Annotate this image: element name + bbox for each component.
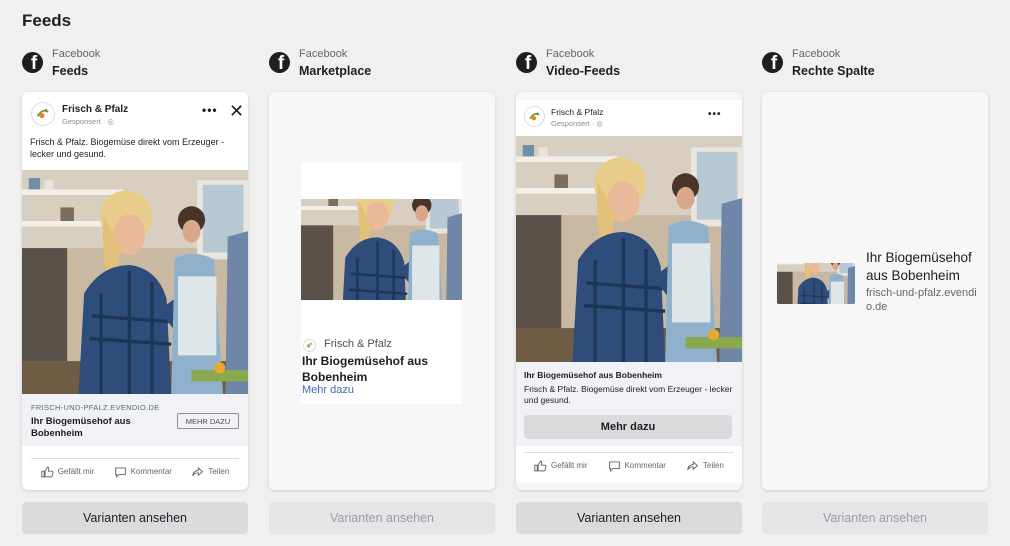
platform-label: Facebook xyxy=(546,48,595,60)
platform-label: Facebook xyxy=(299,48,348,60)
page-avatar xyxy=(31,102,55,126)
placement-label: Marketplace xyxy=(299,64,372,78)
globe-icon: ◎ xyxy=(107,117,114,126)
like-button[interactable]: Gefällt mir xyxy=(534,460,588,472)
page-name: Frisch & Pfalz xyxy=(62,104,129,115)
comment-icon xyxy=(114,466,127,478)
sponsored-label: Gesponsert · ◎ xyxy=(551,119,603,128)
comment-label: Kommentar xyxy=(130,467,172,476)
link-description-bar[interactable]: FRISCH-UND-PFALZ.EVENDIO.DE Ihr Biogemüs… xyxy=(22,394,248,446)
preview-column-right-column: f Facebook Rechte Spalte Ihr Biogemüseho… xyxy=(762,46,988,534)
more-options-icon[interactable]: ••• xyxy=(202,103,218,117)
view-variants-button[interactable]: Varianten ansehen xyxy=(22,502,248,534)
link-headline: Ihr Biogemüsehof aus Bobenheim xyxy=(524,370,662,380)
share-label: Teilen xyxy=(703,461,724,470)
more-options-icon[interactable]: ••• xyxy=(708,109,722,120)
comment-icon xyxy=(608,460,621,472)
placement-label: Feeds xyxy=(52,64,89,78)
ad-preview-card: Frisch & Pfalz Gesponsert · ◎ ••• Ihr Bi… xyxy=(516,92,742,490)
ad-headline[interactable]: Ihr Biogemüsehof aus Bobenheim xyxy=(866,249,984,284)
placement-header: f Facebook Video-Feeds xyxy=(516,46,742,92)
link-description-bar[interactable]: Ihr Biogemüsehof aus Bobenheim Frisch & … xyxy=(516,362,742,446)
comment-button[interactable]: Kommentar xyxy=(114,466,172,478)
placement-label: Rechte Spalte xyxy=(792,64,875,78)
thumbs-up-icon xyxy=(534,460,547,472)
share-label: Teilen xyxy=(208,467,230,476)
ad-preview-card: Ihr Biogemüsehof aus Bobenheim frisch-un… xyxy=(762,92,988,490)
like-label: Gefällt mir xyxy=(551,461,588,470)
ad-video[interactable] xyxy=(516,136,742,362)
facebook-icon: f xyxy=(22,52,43,73)
page-name: Frisch & Pfalz xyxy=(551,107,604,117)
page-avatar xyxy=(524,106,545,127)
share-icon xyxy=(686,460,699,472)
placement-header: f Facebook Marketplace xyxy=(269,46,495,92)
placement-header: f Facebook Feeds xyxy=(22,46,248,92)
preview-column-feeds: f Facebook Feeds Frisch & Pfalz Gesponse… xyxy=(22,46,248,534)
video-feed-post: Frisch & Pfalz Gesponsert · ◎ ••• Ihr Bi… xyxy=(516,100,742,482)
ad-image[interactable] xyxy=(777,263,855,304)
ad-preview-card: Frisch & Pfalz Gesponsert · ◎ ••• ✕ Fris… xyxy=(22,92,248,490)
thumbs-up-icon xyxy=(41,466,54,478)
facebook-icon: f xyxy=(762,52,783,73)
ad-headline: Ihr Biogemüsehof aus Bobenheim xyxy=(302,354,429,385)
page-avatar xyxy=(303,339,316,352)
page-title: Feeds xyxy=(22,11,72,30)
learn-more-button[interactable]: Mehr dazu xyxy=(524,415,732,439)
link-headline: Ihr Biogemüsehof aus Bobenheim xyxy=(31,416,131,439)
platform-label: Facebook xyxy=(792,48,841,60)
action-bar: Gefällt mir Kommentar Teilen xyxy=(524,452,734,478)
ad-image[interactable] xyxy=(301,199,462,300)
preview-column-video-feeds: f Facebook Video-Feeds Frisch & Pfalz Ge… xyxy=(516,46,742,534)
marketplace-tile[interactable]: Frisch & Pfalz Ihr Biogemüsehof aus Bobe… xyxy=(301,162,462,404)
comment-label: Kommentar xyxy=(624,461,666,470)
facebook-icon: f xyxy=(269,52,290,73)
share-button[interactable]: Teilen xyxy=(686,460,724,472)
brand-logo-icon xyxy=(305,341,314,350)
ad-preview-card: Frisch & Pfalz Ihr Biogemüsehof aus Bobe… xyxy=(269,92,495,490)
share-button[interactable]: Teilen xyxy=(191,466,229,478)
like-button[interactable]: Gefällt mir xyxy=(41,466,94,478)
globe-icon: ◎ xyxy=(596,119,603,128)
link-domain: FRISCH-UND-PFALZ.EVENDIO.DE xyxy=(31,403,160,412)
placement-header: f Facebook Rechte Spalte xyxy=(762,46,988,92)
ad-image[interactable] xyxy=(22,170,248,394)
primary-text: Frisch & Pfalz. Biogemüse direkt vom Erz… xyxy=(30,137,225,159)
facebook-icon: f xyxy=(516,52,537,73)
learn-more-link[interactable]: Mehr dazu xyxy=(302,384,354,396)
brand-logo-icon xyxy=(34,105,52,123)
page-name: Frisch & Pfalz xyxy=(324,338,392,350)
learn-more-button[interactable]: MEHR DAZU xyxy=(177,413,239,429)
preview-column-marketplace: f Facebook Marketplace Frisch & Pfalz Ih… xyxy=(269,46,495,534)
platform-label: Facebook xyxy=(52,48,101,60)
view-variants-button[interactable]: Varianten ansehen xyxy=(269,502,495,534)
placement-label: Video-Feeds xyxy=(546,64,621,78)
view-variants-button[interactable]: Varianten ansehen xyxy=(516,502,742,534)
sponsored-label: Gesponsert · ◎ xyxy=(62,117,114,126)
close-icon[interactable]: ✕ xyxy=(229,101,244,122)
share-icon xyxy=(191,466,204,478)
action-bar: Gefällt mir Kommentar Teilen xyxy=(31,458,239,484)
like-label: Gefällt mir xyxy=(57,467,95,476)
view-variants-button[interactable]: Varianten ansehen xyxy=(762,502,988,534)
comment-button[interactable]: Kommentar xyxy=(608,460,666,472)
brand-logo-icon xyxy=(527,109,542,124)
ad-domain: frisch-und-pfalz.evendio.de xyxy=(866,287,977,314)
primary-text: Frisch & Pfalz. Biogemüse direkt vom Erz… xyxy=(524,384,733,406)
